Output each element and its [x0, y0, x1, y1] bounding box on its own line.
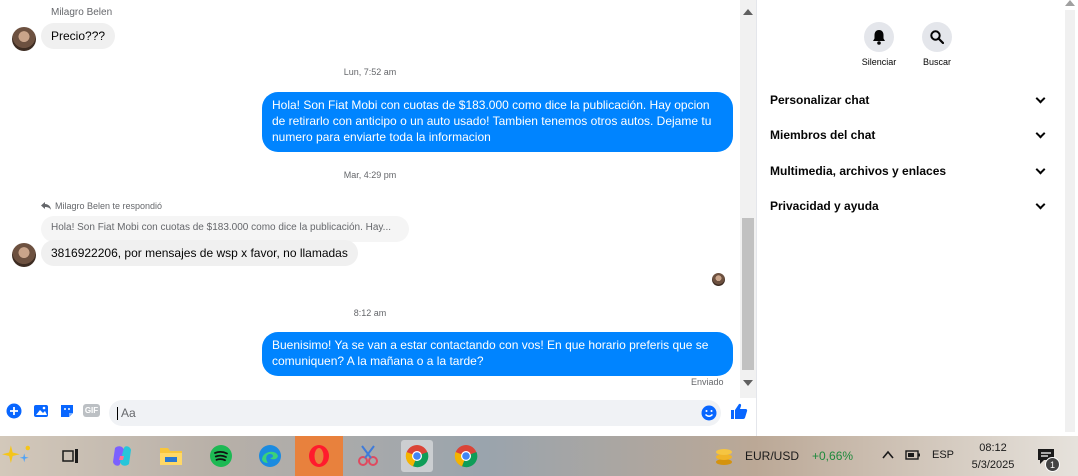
timestamp: Lun, 7:52 am [343, 67, 397, 77]
file-explorer-icon[interactable] [155, 440, 187, 472]
scroll-down-arrow-icon[interactable] [743, 380, 753, 386]
quoted-message[interactable]: Hola! Son Fiat Mobi con cuotas de $183.0… [41, 216, 409, 242]
bell-icon [873, 29, 885, 45]
currency-coins-icon[interactable] [712, 445, 736, 467]
chevron-down-icon [1035, 164, 1046, 174]
edge-icon[interactable] [254, 440, 286, 472]
panel-scrollbar[interactable] [1062, 0, 1078, 436]
reply-header-text: Milagro Belen te respondió [55, 201, 163, 211]
chevron-down-icon [1035, 128, 1046, 138]
clock-date: 5/3/2025 [971, 459, 1015, 471]
timestamp: Mar, 4:29 pm [343, 170, 397, 180]
notification-badge: 1 [1045, 457, 1060, 472]
section-label: Privacidad y ayuda [770, 199, 879, 213]
scroll-up-arrow-icon[interactable] [743, 9, 753, 15]
scrollbar-thumb[interactable] [1065, 10, 1075, 432]
snipping-tool-icon[interactable] [352, 440, 384, 472]
clock-time: 08:12 [979, 442, 1007, 454]
incoming-message[interactable]: 3816922206, por mensajes de wsp x favor,… [41, 240, 358, 266]
message-status: Enviado [691, 377, 724, 387]
section-label: Miembros del chat [770, 128, 876, 142]
emoji-icon[interactable] [701, 405, 717, 421]
search-label: Buscar [922, 57, 951, 67]
chevron-down-icon [1035, 93, 1046, 103]
reply-header: Milagro Belen te respondió [41, 201, 162, 211]
scroll-up-arrow-icon[interactable] [1065, 0, 1075, 6]
spotify-icon[interactable] [205, 440, 237, 472]
chevron-down-icon [1035, 199, 1046, 209]
message-composer: GIF Aa [0, 398, 756, 428]
section-chat-members[interactable]: Miembros del chat [770, 125, 1050, 145]
scrollbar-thumb[interactable] [742, 218, 754, 370]
section-label: Personalizar chat [770, 93, 870, 107]
input-language[interactable]: ESP [932, 449, 954, 461]
task-view-icon[interactable] [55, 440, 87, 472]
gif-icon[interactable]: GIF [83, 404, 100, 417]
chrome-icon[interactable] [401, 440, 433, 472]
opera-icon[interactable] [303, 440, 335, 472]
outgoing-message[interactable]: Hola! Son Fiat Mobi con cuotas de $183.0… [262, 92, 733, 152]
timestamp: 8:12 am [353, 308, 387, 318]
chat-scrollbar[interactable] [740, 0, 756, 398]
message-input-placeholder: Aa [121, 406, 136, 420]
outgoing-message[interactable]: Buenisimo! Ya se van a estar contactando… [262, 332, 733, 376]
search-icon [930, 30, 944, 44]
section-customize-chat[interactable]: Personalizar chat [770, 90, 1050, 110]
mute-action[interactable]: Silenciar [851, 22, 907, 67]
plus-icon[interactable] [6, 403, 22, 419]
sticker-icon[interactable] [59, 403, 75, 419]
seen-avatar [712, 273, 725, 286]
section-label: Multimedia, archivos y enlaces [770, 164, 947, 178]
section-media-files-links[interactable]: Multimedia, archivos y enlaces [770, 161, 1050, 181]
mute-label: Silenciar [861, 57, 897, 67]
reply-arrow-icon [41, 202, 51, 210]
like-icon[interactable] [730, 402, 748, 420]
bell-button[interactable] [864, 22, 894, 52]
avatar[interactable] [12, 27, 36, 51]
ticker-symbol[interactable]: EUR/USD [745, 449, 799, 463]
copilot-app-icon[interactable] [106, 440, 138, 472]
text-caret [117, 407, 118, 420]
chrome-icon-2[interactable] [450, 440, 482, 472]
ticker-change[interactable]: +0,66% [812, 449, 853, 463]
chat-thread[interactable]: Milagro Belen Precio??? Lun, 7:52 am Hol… [0, 0, 740, 398]
message-input[interactable]: Aa [109, 400, 721, 426]
clock[interactable]: 08:12 5/3/2025 [965, 440, 1021, 474]
sender-name: Milagro Belen [51, 7, 113, 18]
copilot-icon[interactable] [2, 440, 34, 472]
section-privacy-help[interactable]: Privacidad y ayuda [770, 196, 1050, 216]
photo-icon[interactable] [33, 403, 49, 419]
search-button[interactable] [922, 22, 952, 52]
chevron-up-icon[interactable] [882, 450, 894, 460]
incoming-message[interactable]: Precio??? [41, 23, 116, 49]
windows-taskbar: EUR/USD +0,66% ESP 1 [0, 436, 1078, 476]
search-action[interactable]: Buscar [909, 22, 965, 67]
battery-network-icon[interactable] [905, 449, 923, 461]
avatar[interactable] [12, 243, 36, 267]
